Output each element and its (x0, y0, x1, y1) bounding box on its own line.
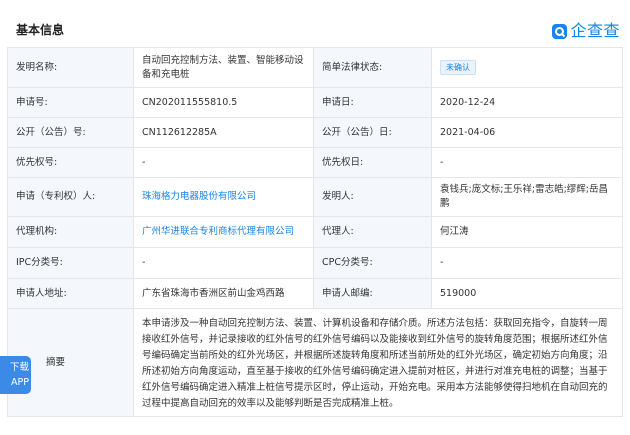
field-label: IPC分类号: (7, 247, 134, 279)
download-app-tab[interactable]: 下载 APP (0, 356, 31, 394)
qcc-search-icon (552, 23, 568, 39)
field-label: 发明名称: (7, 47, 134, 88)
field-label: 申请号: (7, 87, 134, 118)
priority-date-value: - (431, 147, 623, 178)
field-label: 申请日: (313, 87, 432, 118)
postcode-value: 519000 (431, 278, 623, 309)
publication-date-value: 2021-04-06 (431, 117, 623, 148)
agent-value: 何江涛 (431, 216, 623, 248)
field-label: 优先权日: (313, 147, 432, 178)
table-row: 申请（专利权）人: 珠海格力电器股份有限公司 发明人: 袁钱兵;庞文标;王乐祥;… (7, 177, 623, 217)
field-label: CPC分类号: (313, 247, 432, 279)
applicant-address-value: 广东省珠海市香洲区前山金鸡西路 (133, 278, 314, 309)
ipc-value: - (133, 247, 314, 279)
logo-text: 企查查 (570, 21, 620, 40)
table-row: IPC分类号: - CPC分类号: - (7, 247, 623, 279)
field-label: 申请人邮编: (313, 278, 432, 309)
table-row: 申请人地址: 广东省珠海市香洲区前山金鸡西路 申请人邮编: 519000 (7, 278, 623, 309)
table-row: 代理机构: 广州华进联合专利商标代理有限公司 代理人: 何江涛 (7, 216, 623, 248)
legal-status-badge: 未确认 (440, 60, 476, 75)
table-row: 申请号: CN202011555810.5 申请日: 2020-12-24 (7, 87, 623, 118)
application-date-value: 2020-12-24 (431, 87, 623, 118)
agency-cell: 广州华进联合专利商标代理有限公司 (133, 216, 314, 248)
field-label: 代理机构: (7, 216, 134, 248)
inventors-value: 袁钱兵;庞文标;王乐祥;雷志皓;缪辉;岳昌鹏 (431, 177, 623, 217)
qichacha-logo[interactable]: 企查查 (552, 21, 620, 41)
table-row: 公开（公告）号: CN112612285A 公开（公告）日: 2021-04-0… (7, 117, 623, 148)
page-header: 基本信息 企查查 (0, 0, 630, 46)
application-number-value: CN202011555810.5 (133, 87, 314, 118)
field-label: 简单法律状态: (313, 47, 432, 88)
applicant-cell: 珠海格力电器股份有限公司 (133, 177, 314, 217)
agency-link[interactable]: 广州华进联合专利商标代理有限公司 (142, 226, 294, 237)
field-label: 公开（公告）号: (7, 117, 134, 148)
field-label: 发明人: (313, 177, 432, 217)
abstract-text: 本申请涉及一种自动回充控制方法、装置、计算机设备和存储介质。所述方法包括：获取回… (142, 317, 608, 409)
invention-title-value: 自动回充控制方法、装置、智能移动设备和充电桩 (133, 47, 314, 88)
publication-number-value: CN112612285A (133, 117, 314, 148)
download-app-label-app: APP (11, 377, 29, 388)
abstract-cell: 本申请涉及一种自动回充控制方法、装置、计算机设备和存储介质。所述方法包括：获取回… (133, 308, 623, 417)
download-app-label: 下载 (9, 362, 29, 373)
priority-number-value: - (133, 147, 314, 178)
cpc-value: - (431, 247, 623, 279)
field-label: 优先权号: (7, 147, 134, 178)
table-row: 摘要 本申请涉及一种自动回充控制方法、装置、计算机设备和存储介质。所述方法包括：… (7, 308, 623, 417)
field-label: 申请（专利权）人: (7, 177, 134, 217)
applicant-link[interactable]: 珠海格力电器股份有限公司 (142, 191, 256, 202)
field-label: 公开（公告）日: (313, 117, 432, 148)
table-row: 优先权号: - 优先权日: - (7, 147, 623, 178)
legal-status-cell: 未确认 (431, 47, 623, 88)
field-label: 代理人: (313, 216, 432, 248)
section-title: 基本信息 (16, 23, 65, 37)
basic-info-table: 发明名称: 自动回充控制方法、装置、智能移动设备和充电桩 简单法律状态: 未确认… (7, 47, 623, 417)
table-row: 发明名称: 自动回充控制方法、装置、智能移动设备和充电桩 简单法律状态: 未确认 (7, 47, 623, 88)
field-label: 申请人地址: (7, 278, 134, 309)
